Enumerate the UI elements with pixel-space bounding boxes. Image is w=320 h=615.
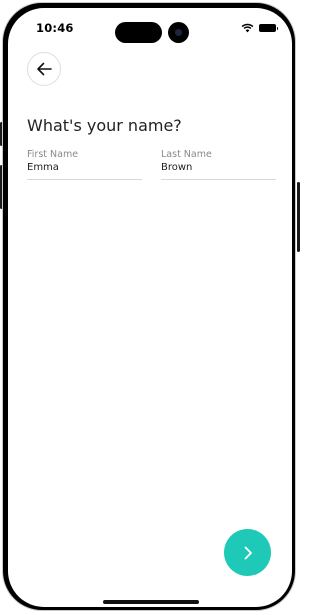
battery-icon: [259, 24, 278, 32]
camera-icon: [168, 22, 189, 43]
arrow-left-icon: [37, 62, 52, 76]
status-time: 10:46: [36, 21, 74, 35]
dynamic-island: [115, 22, 162, 43]
wifi-icon: [241, 23, 254, 33]
status-bar: 10:46: [8, 8, 292, 48]
page-title: What's your name?: [27, 116, 182, 135]
next-button[interactable]: [224, 529, 271, 576]
power-button: [297, 182, 300, 252]
screen: 10:46 What's your name? First Name Emma …: [8, 8, 292, 607]
chevron-right-icon: [244, 546, 252, 559]
back-button[interactable]: [27, 52, 61, 86]
home-indicator[interactable]: [103, 600, 199, 604]
first-name-label: First Name: [27, 149, 79, 160]
last-name-input[interactable]: [161, 161, 276, 180]
status-icons: [241, 22, 278, 34]
first-name-field: First Name: [27, 148, 142, 180]
phone-frame: 10:46 What's your name? First Name Emma …: [2, 2, 296, 611]
phone-device: 10:46 What's your name? First Name Emma …: [0, 0, 300, 615]
first-name-input[interactable]: [27, 161, 142, 180]
last-name-field: Last Name: [161, 148, 276, 180]
last-name-label: Last Name: [161, 149, 212, 160]
